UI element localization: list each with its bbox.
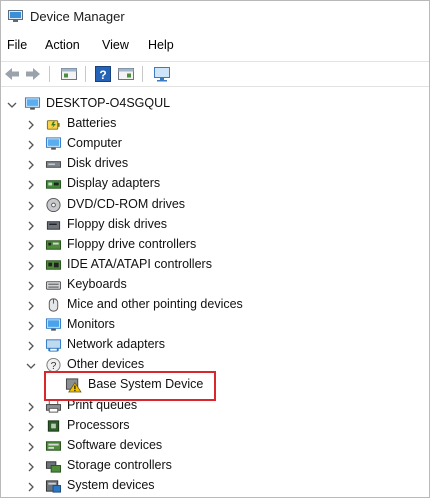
- monitor-scan-icon[interactable]: [153, 65, 171, 83]
- tree-item-label: Other devices: [67, 357, 145, 372]
- tree-item-computer[interactable]: Computer: [1, 134, 429, 154]
- chevron-right-icon[interactable]: [26, 442, 36, 452]
- tree-item-label: IDE ATA/ATAPI controllers: [67, 256, 212, 271]
- chevron-right-icon[interactable]: [26, 160, 36, 170]
- tree-item-batteries[interactable]: Batteries: [1, 114, 429, 134]
- computer-icon: [24, 97, 41, 110]
- toolbar-separator: [142, 66, 143, 82]
- chevron-right-icon[interactable]: [26, 281, 36, 291]
- chevron-right-icon[interactable]: [26, 341, 36, 351]
- processor-icon: [47, 419, 60, 432]
- menu-view[interactable]: View: [102, 38, 129, 52]
- chevron-down-icon[interactable]: [26, 361, 36, 371]
- tree-item-mice-and-other-pointing-devices[interactable]: Mice and other pointing devices: [1, 295, 429, 315]
- chevron-right-icon[interactable]: [26, 402, 36, 412]
- chevron-right-icon[interactable]: [26, 120, 36, 130]
- toolbar-separator: [85, 66, 86, 82]
- tree-item-floppy-disk-drives[interactable]: Floppy disk drives: [1, 215, 429, 235]
- help-icon[interactable]: ?: [94, 65, 112, 83]
- menu-bar: File Action View Help: [1, 35, 429, 57]
- monitor-icon: [45, 318, 62, 331]
- tree-item-display-adapters[interactable]: Display adapters: [1, 174, 429, 194]
- tree-item-label: Disk drives: [67, 156, 129, 171]
- dvd-drive-icon: [46, 197, 61, 212]
- floppy-controller-icon: [45, 239, 62, 250]
- chevron-right-icon[interactable]: [26, 221, 36, 231]
- highlight-annotation: [44, 371, 216, 401]
- device-manager-window: Device Manager File Action View Help ? D…: [0, 0, 430, 498]
- chevron-right-icon[interactable]: [26, 140, 36, 150]
- window-title: Device Manager: [30, 9, 125, 24]
- menu-action[interactable]: Action: [45, 38, 80, 52]
- chevron-right-icon[interactable]: [26, 201, 36, 211]
- tree-item-label: Computer: [67, 136, 122, 151]
- tree-item-label: Processors: [67, 417, 130, 432]
- tree-item-label: DVD/CD-ROM drives: [67, 196, 186, 211]
- tree-item-label: DESKTOP-O4SGQUL: [46, 96, 171, 110]
- forward-arrow-icon[interactable]: [24, 65, 42, 83]
- tree-item-monitors[interactable]: Monitors: [1, 315, 429, 335]
- disk-drive-icon: [45, 161, 62, 169]
- chevron-right-icon[interactable]: [26, 321, 36, 331]
- tree-item-network-adapters[interactable]: Network adapters: [1, 335, 429, 355]
- software-device-icon: [45, 440, 62, 451]
- chevron-right-icon[interactable]: [26, 180, 36, 190]
- tree-item-dvd-cd-rom-drives[interactable]: DVD/CD-ROM drives: [1, 195, 429, 215]
- tree-item-ide-ata-atapi-controllers[interactable]: IDE ATA/ATAPI controllers: [1, 255, 429, 275]
- tree-item-label: Software devices: [67, 437, 163, 452]
- storage-controller-icon: [45, 461, 62, 473]
- tree-item-processors[interactable]: Processors: [1, 416, 429, 436]
- tree-item-label: Mice and other pointing devices: [67, 297, 243, 311]
- keyboard-icon: [45, 281, 62, 290]
- chevron-right-icon[interactable]: [26, 301, 36, 311]
- mouse-icon: [48, 298, 59, 312]
- battery-icon: [46, 120, 60, 130]
- tree-item-storage-controllers[interactable]: Storage controllers: [1, 456, 429, 476]
- display-adapter-icon: [45, 180, 62, 190]
- device-manager-icon: [8, 10, 23, 22]
- tree-item-disk-drives[interactable]: Disk drives: [1, 154, 429, 174]
- toolbar: ?: [1, 61, 429, 87]
- tree-item-software-devices[interactable]: Software devices: [1, 436, 429, 456]
- tree-item-label: System devices: [67, 477, 155, 492]
- ide-controller-icon: [45, 260, 62, 270]
- toolbar-separator: [49, 66, 50, 82]
- computer-icon: [45, 137, 62, 150]
- tree-item-label: Keyboards: [67, 276, 127, 291]
- tree-item-label: Display adapters: [67, 176, 161, 191]
- tree-item-system-devices[interactable]: System devices: [1, 476, 429, 496]
- tree-item-label: Floppy disk drives: [67, 216, 168, 231]
- svg-text:?: ?: [99, 68, 106, 82]
- network-adapter-icon: [45, 339, 62, 352]
- tree-item-label: Monitors: [67, 317, 115, 332]
- floppy-drive-icon: [46, 220, 61, 230]
- tree-item-label: Batteries: [67, 116, 117, 131]
- tree-item-label: Storage controllers: [67, 457, 172, 472]
- chevron-right-icon[interactable]: [26, 462, 36, 472]
- tree-item-keyboards[interactable]: Keyboards: [1, 275, 429, 295]
- menu-help[interactable]: Help: [148, 38, 174, 52]
- driver-panel-icon[interactable]: [117, 65, 135, 83]
- chevron-right-icon[interactable]: [26, 241, 36, 251]
- tree-item-label: Floppy drive controllers: [67, 236, 197, 251]
- title-bar: Device Manager: [1, 1, 429, 33]
- chevron-right-icon[interactable]: [26, 261, 36, 271]
- properties-icon[interactable]: [60, 65, 78, 83]
- tree-root-node[interactable]: DESKTOP-O4SGQUL: [1, 94, 429, 114]
- chevron-right-icon[interactable]: [26, 422, 36, 432]
- chevron-down-icon[interactable]: [7, 100, 17, 110]
- tree-item-floppy-drive-controllers[interactable]: Floppy drive controllers: [1, 235, 429, 255]
- back-arrow-icon[interactable]: [3, 65, 21, 83]
- system-device-icon: [45, 480, 62, 493]
- chevron-right-icon[interactable]: [26, 482, 36, 492]
- tree-item-label: Network adapters: [67, 337, 165, 352]
- menu-file[interactable]: File: [7, 38, 27, 52]
